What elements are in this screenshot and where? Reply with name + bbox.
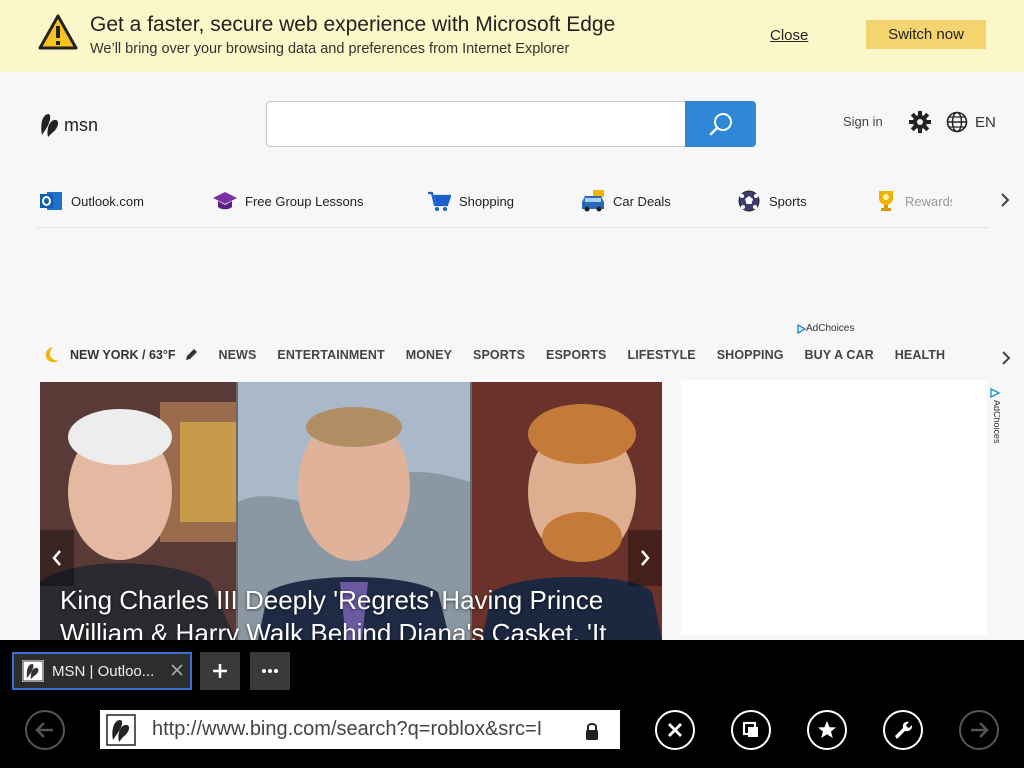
tabs-button[interactable] (731, 710, 771, 750)
wrench-icon (895, 721, 913, 739)
search-button[interactable] (685, 101, 756, 147)
nav-buy-a-car[interactable]: BUY A CAR (805, 348, 874, 362)
favorites-button[interactable] (807, 710, 847, 750)
quicklink-label: Outlook.com (71, 193, 144, 209)
quicklink-label: Sports (769, 193, 807, 209)
chevron-right-icon[interactable] (999, 349, 1013, 367)
ad-panel (681, 380, 987, 635)
url-input[interactable] (142, 712, 618, 747)
chevron-right-icon[interactable] (998, 190, 1012, 210)
quicklink-free-group-lessons[interactable]: Free Group Lessons (212, 186, 364, 216)
new-tab-button[interactable] (200, 652, 240, 690)
nav-entertainment[interactable]: ENTERTAINMENT (277, 348, 384, 362)
hero-next-button[interactable] (628, 530, 662, 586)
forward-button[interactable] (959, 710, 999, 750)
star-icon (818, 721, 836, 738)
outlook-icon (38, 188, 64, 214)
nav-shopping[interactable]: SHOPPING (717, 348, 784, 362)
back-button[interactable] (25, 710, 65, 750)
hero-story-card[interactable]: King Charles III Deeply 'Regrets' Having… (40, 382, 662, 640)
msn-favicon-icon (22, 660, 44, 682)
moon-icon (45, 347, 58, 363)
quicklink-label: Free Group Lessons (245, 193, 364, 209)
graduation-cap-icon (212, 188, 238, 214)
language-selector[interactable]: EN (975, 114, 996, 131)
tools-button[interactable] (883, 710, 923, 750)
shopping-cart-icon (426, 188, 452, 214)
nav-sports[interactable]: SPORTS (473, 348, 525, 362)
adchoices-vertical-link[interactable]: AdChoices (988, 388, 1000, 448)
quicklink-sports[interactable]: Sports (736, 186, 807, 216)
chevron-right-icon (641, 550, 650, 566)
site-favicon-icon (102, 711, 142, 748)
hero-headline[interactable]: King Charles III Deeply 'Regrets' Having… (60, 584, 660, 640)
msn-butterfly-icon[interactable] (38, 111, 62, 139)
edge-promo-banner: Get a faster, secure web experience with… (0, 0, 1024, 72)
msn-logo-text[interactable]: msn (64, 115, 98, 136)
arrow-left-icon (35, 722, 53, 738)
banner-close-link[interactable]: Close (770, 27, 808, 44)
pencil-icon[interactable] (184, 348, 198, 362)
globe-icon[interactable] (946, 111, 968, 133)
quicklink-label: Car Deals (613, 193, 671, 209)
nav-lifestyle[interactable]: LIFESTYLE (627, 348, 695, 362)
quicklink-car-deals[interactable]: Car Deals (580, 186, 671, 216)
sign-in-link[interactable]: Sign in (843, 114, 883, 129)
soccer-ball-icon (736, 188, 762, 214)
nav-news[interactable]: NEWS (218, 348, 256, 362)
adchoices-icon (797, 323, 806, 334)
warning-icon (38, 14, 78, 50)
address-bar (100, 710, 620, 749)
adchoices-link[interactable]: AdChoices (797, 323, 854, 334)
adchoices-label: AdChoices (806, 323, 855, 334)
quicklink-outlook[interactable]: Outlook.com (38, 186, 144, 216)
lock-icon (586, 723, 598, 740)
category-nav: NEW YORK / 63°F NEWS ENTERTAINMENT MONEY… (40, 341, 966, 369)
quicklink-label: Rewards (905, 193, 952, 209)
quicklink-shopping[interactable]: Shopping (426, 186, 514, 216)
nav-health[interactable]: HEALTH (895, 348, 945, 362)
hero-prev-button[interactable] (40, 530, 74, 586)
nav-esports[interactable]: ESPORTS (546, 348, 606, 362)
plus-icon (213, 664, 227, 678)
switch-now-button[interactable]: Switch now (866, 20, 986, 49)
nav-money[interactable]: MONEY (406, 348, 452, 362)
more-icon (262, 669, 278, 673)
quicklink-label: Shopping (459, 193, 514, 209)
search-input[interactable] (266, 101, 686, 147)
tab-title: MSN | Outloo... (52, 662, 155, 680)
quicklink-rewards[interactable]: Rewards (874, 186, 952, 216)
chevron-left-icon (52, 550, 61, 566)
search-icon (709, 113, 732, 136)
adchoices-vertical-label: AdChoices (992, 400, 1000, 444)
tab-menu-button[interactable] (250, 652, 290, 690)
banner-subtitle: We’ll bring over your browsing data and … (90, 41, 570, 57)
stop-button[interactable] (655, 710, 695, 750)
close-icon (668, 723, 682, 737)
weather-location[interactable]: NEW YORK / 63°F (70, 348, 175, 362)
car-icon (580, 188, 606, 214)
browser-tab[interactable]: MSN | Outloo... (12, 652, 192, 690)
trophy-icon (874, 188, 898, 214)
divider (36, 227, 989, 228)
close-icon[interactable] (170, 663, 184, 677)
banner-title: Get a faster, secure web experience with… (90, 13, 616, 36)
gear-icon[interactable] (909, 111, 931, 133)
arrow-right-icon (971, 722, 989, 738)
tabs-icon (742, 721, 758, 737)
